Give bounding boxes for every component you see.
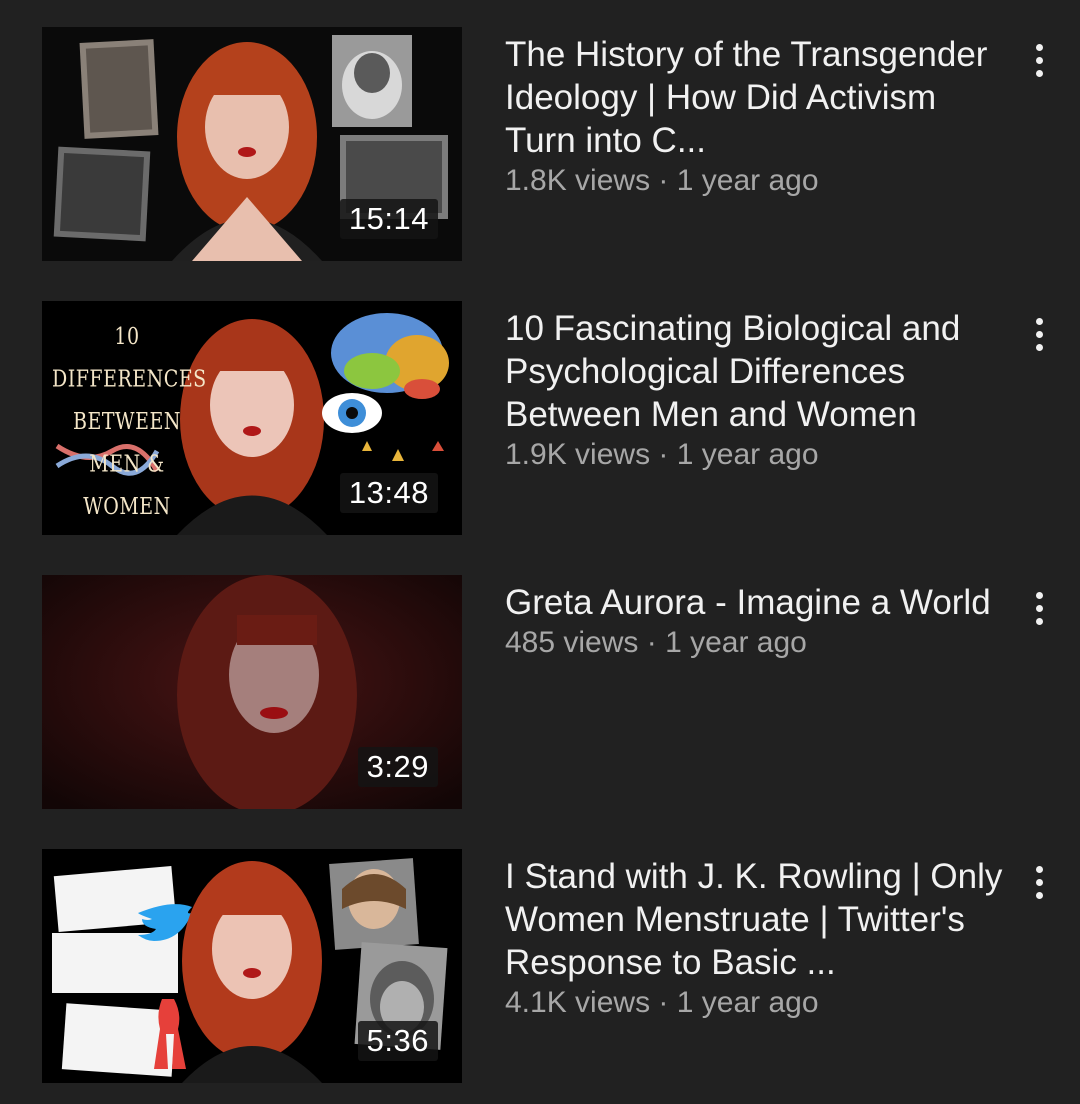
video-thumbnail[interactable]: 10 DIFFERENCES BETWEEN MEN & WOMEN 13:48: [42, 301, 462, 535]
video-item[interactable]: 5:36 I Stand with J. K. Rowling | Only W…: [0, 849, 1080, 1083]
video-stats: 1.8K views · 1 year ago: [505, 162, 1005, 200]
separator: ·: [650, 986, 677, 1019]
more-vertical-icon[interactable]: [1022, 583, 1056, 633]
separator: ·: [650, 438, 677, 471]
video-meta: The History of the Transgender Ideology …: [505, 33, 1005, 200]
video-title[interactable]: The History of the Transgender Ideology …: [505, 33, 1005, 162]
video-item[interactable]: 3:29 Greta Aurora - Imagine a World 485 …: [0, 575, 1080, 809]
video-duration: 5:36: [357, 1021, 438, 1061]
video-stats: 485 views · 1 year ago: [505, 624, 1005, 662]
video-duration: 3:29: [357, 747, 438, 787]
video-duration: 15:14: [339, 199, 438, 239]
upload-age: 1 year ago: [676, 438, 819, 471]
video-duration: 13:48: [339, 473, 438, 513]
upload-age: 1 year ago: [676, 986, 819, 1019]
video-title[interactable]: 10 Fascinating Biological and Psychologi…: [505, 307, 1005, 436]
separator: ·: [650, 164, 677, 197]
thumbnail-overlay-text: 10 DIFFERENCES BETWEEN MEN & WOMEN: [52, 322, 207, 521]
video-list: 15:14 The History of the Transgender Ide…: [0, 0, 1080, 1104]
more-vertical-icon[interactable]: [1022, 309, 1056, 359]
video-thumbnail[interactable]: 5:36: [42, 849, 462, 1083]
video-stats: 4.1K views · 1 year ago: [505, 984, 1005, 1022]
video-thumbnail[interactable]: 15:14: [42, 27, 462, 261]
separator: ·: [638, 626, 666, 659]
view-count: 485 views: [505, 626, 639, 659]
video-meta: 10 Fascinating Biological and Psychologi…: [505, 307, 1005, 474]
video-title[interactable]: I Stand with J. K. Rowling | Only Women …: [505, 855, 1005, 984]
video-item[interactable]: 15:14 The History of the Transgender Ide…: [0, 27, 1080, 261]
upload-age: 1 year ago: [676, 164, 819, 197]
upload-age: 1 year ago: [665, 626, 807, 659]
video-meta: I Stand with J. K. Rowling | Only Women …: [505, 855, 1005, 1022]
video-item[interactable]: 10 DIFFERENCES BETWEEN MEN & WOMEN 13:48…: [0, 301, 1080, 535]
view-count: 1.9K views: [505, 438, 651, 471]
more-vertical-icon[interactable]: [1022, 857, 1056, 907]
more-vertical-icon[interactable]: [1022, 35, 1056, 85]
video-stats: 1.9K views · 1 year ago: [505, 436, 1005, 474]
video-thumbnail[interactable]: 3:29: [42, 575, 462, 809]
view-count: 1.8K views: [505, 164, 651, 197]
video-meta: Greta Aurora - Imagine a World 485 views…: [505, 581, 1005, 662]
view-count: 4.1K views: [505, 986, 651, 1019]
video-title[interactable]: Greta Aurora - Imagine a World: [505, 581, 1005, 624]
